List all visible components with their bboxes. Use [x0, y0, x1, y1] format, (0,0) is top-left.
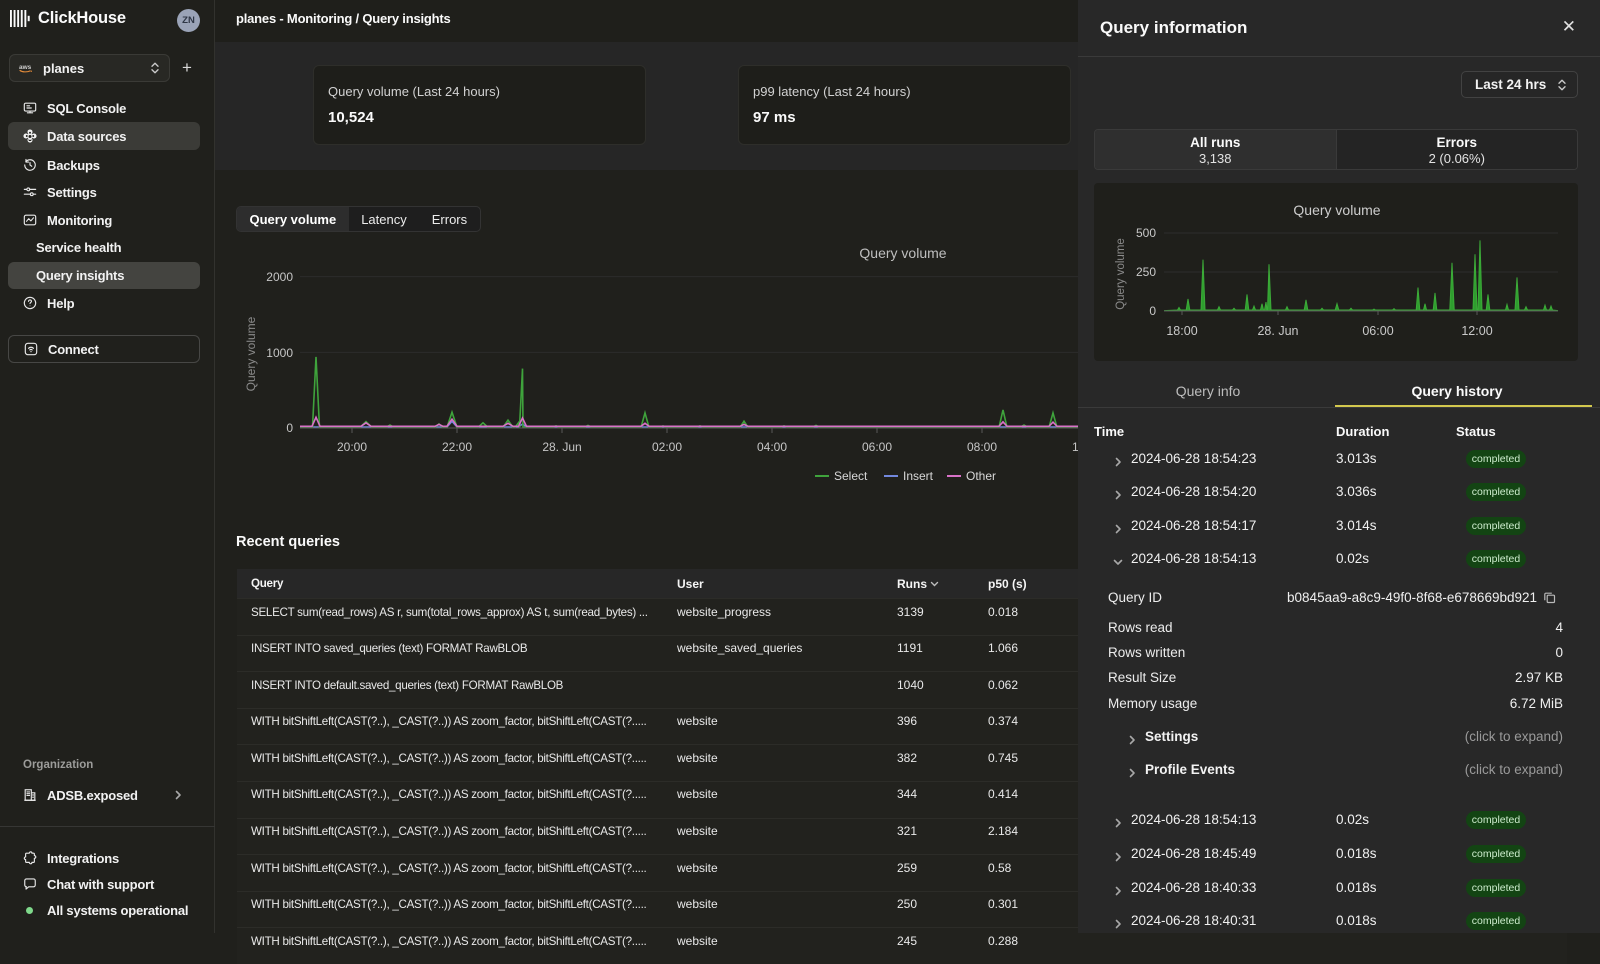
svg-text:Select: Select — [834, 469, 868, 483]
svg-text:0: 0 — [1149, 304, 1156, 318]
svg-text:aws: aws — [19, 64, 32, 71]
svg-text:06:00: 06:00 — [862, 440, 892, 454]
svg-text:02:00: 02:00 — [652, 440, 682, 454]
svg-text:12:00: 12:00 — [1461, 324, 1492, 338]
svg-text:250: 250 — [1136, 265, 1156, 279]
svg-text:Query volume: Query volume — [1115, 238, 1127, 310]
svg-text:0: 0 — [286, 421, 293, 435]
svg-text:06:00: 06:00 — [1362, 324, 1393, 338]
svg-text:Query volume: Query volume — [859, 245, 946, 261]
svg-text:Other: Other — [966, 469, 996, 483]
svg-text:20:00: 20:00 — [337, 440, 367, 454]
svg-text:28. Jun: 28. Jun — [1257, 324, 1298, 338]
svg-text:Insert: Insert — [903, 469, 934, 483]
svg-text:Query volume: Query volume — [1293, 202, 1380, 218]
svg-text:08:00: 08:00 — [967, 440, 997, 454]
svg-text:18:00: 18:00 — [1166, 324, 1197, 338]
svg-text:28. Jun: 28. Jun — [542, 440, 581, 454]
svg-text:2000: 2000 — [266, 270, 293, 284]
svg-text:1000: 1000 — [266, 346, 293, 360]
svg-text:22:00: 22:00 — [442, 440, 472, 454]
svg-text:500: 500 — [1136, 226, 1156, 240]
svg-text:04:00: 04:00 — [757, 440, 787, 454]
svg-text:Query volume: Query volume — [244, 316, 258, 391]
